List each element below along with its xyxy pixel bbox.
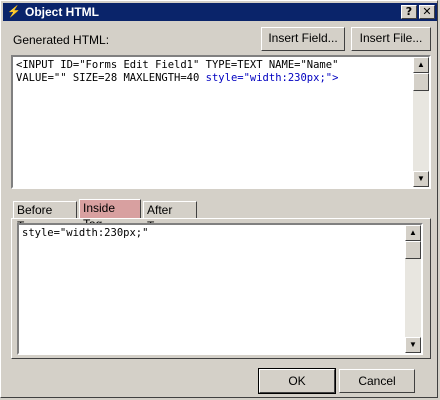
scroll-down-icon[interactable]: ▼ bbox=[413, 171, 429, 187]
ok-button[interactable]: OK bbox=[258, 368, 336, 394]
tab-before-tag[interactable]: Before Tag bbox=[13, 201, 77, 233]
generated-html-label: Generated HTML: bbox=[13, 33, 110, 47]
close-button[interactable]: ✕ bbox=[419, 5, 435, 19]
window-title: Object HTML bbox=[25, 5, 99, 19]
editor-text: style="width:230px;" bbox=[22, 227, 149, 239]
tab-inside-tag[interactable]: Inside Tag bbox=[79, 199, 141, 231]
insert-field-button[interactable]: Insert Field... bbox=[261, 27, 345, 51]
object-html-dialog: ⚡ Object HTML ? ✕ Generated HTML: Insert… bbox=[0, 0, 438, 398]
generated-html-code: <INPUT ID="Forms Edit Field1" TYPE=TEXT … bbox=[13, 57, 429, 87]
tab-after-tag[interactable]: After Tag bbox=[143, 201, 197, 233]
code-line-1: <INPUT ID="Forms Edit Field1" TYPE=TEXT … bbox=[16, 59, 339, 71]
code-line-2: VALUE="" SIZE=28 MAXLENGTH=40 bbox=[16, 72, 206, 84]
cancel-button[interactable]: Cancel bbox=[339, 369, 415, 393]
scroll-thumb[interactable] bbox=[413, 73, 429, 91]
help-button[interactable]: ? bbox=[401, 5, 417, 19]
editor-scroll-down-icon[interactable]: ▼ bbox=[405, 337, 421, 353]
inside-tag-editor[interactable]: style="width:230px;" ▲ ▼ bbox=[17, 223, 423, 355]
editor-scrollbar[interactable]: ▲ ▼ bbox=[405, 225, 421, 353]
code-line-2-style: style="width:230px;"> bbox=[205, 72, 339, 84]
scroll-up-icon[interactable]: ▲ bbox=[413, 57, 429, 73]
editor-scroll-up-icon[interactable]: ▲ bbox=[405, 225, 421, 241]
insert-file-button[interactable]: Insert File... bbox=[351, 27, 431, 51]
generated-scrollbar[interactable]: ▲ ▼ bbox=[413, 57, 429, 187]
app-icon: ⚡ bbox=[7, 6, 21, 18]
generated-html-box[interactable]: <INPUT ID="Forms Edit Field1" TYPE=TEXT … bbox=[11, 55, 431, 189]
title-bar[interactable]: ⚡ Object HTML ? ✕ bbox=[3, 3, 437, 21]
editor-scroll-thumb[interactable] bbox=[405, 241, 421, 259]
